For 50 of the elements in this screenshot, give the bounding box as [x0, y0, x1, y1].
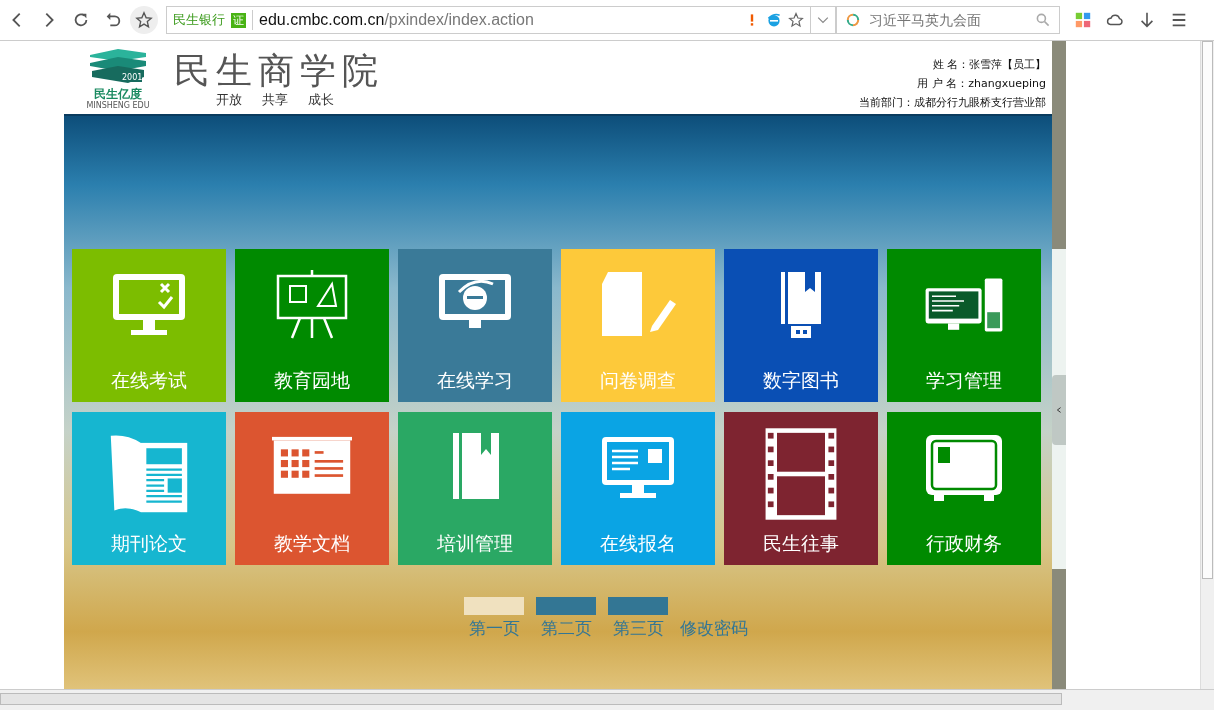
slogan-text: 成长 [308, 91, 334, 109]
slogan-text: 开放 [216, 91, 242, 109]
reload-icon[interactable] [72, 11, 90, 29]
info-value: zhangxueping [968, 77, 1046, 90]
menu-icon[interactable] [1170, 11, 1188, 29]
menu-tile[interactable]: 问卷调查 [561, 249, 715, 402]
vertical-scrollbar[interactable] [1200, 41, 1214, 689]
collapse-handle[interactable] [1052, 375, 1066, 445]
logo-text: 民生亿度 [94, 87, 142, 101]
menu-tile[interactable]: 民生往事 [724, 412, 878, 565]
page-link[interactable]: 第一页 [464, 597, 524, 640]
bookmark-button[interactable] [130, 6, 158, 34]
horizontal-scrollbar[interactable] [0, 689, 1214, 710]
info-label: 姓 名： [932, 58, 969, 71]
logo-year: 2001 [122, 73, 143, 82]
star-icon[interactable] [788, 12, 804, 28]
menu-tile[interactable]: 数字图书 [724, 249, 878, 402]
info-label: 用 户 名： [917, 77, 969, 90]
page-link[interactable]: 第二页 [536, 597, 596, 640]
search-icon[interactable] [1035, 12, 1051, 28]
menu-tile[interactable]: 学习管理 [887, 249, 1041, 402]
apps-grid-icon[interactable] [1074, 11, 1092, 29]
menu-tile[interactable]: 教学文档 [235, 412, 389, 565]
download-icon[interactable] [1138, 11, 1156, 29]
scrollbar-thumb[interactable] [0, 693, 1062, 705]
menu-tile[interactable]: 培训管理 [398, 412, 552, 565]
undo-icon[interactable] [104, 11, 122, 29]
menu-tile[interactable]: 在线报名 [561, 412, 715, 565]
search-bar[interactable]: 习近平马英九会面 [836, 6, 1060, 34]
certificate-badge: 证 [231, 12, 246, 28]
menu-tile[interactable]: 行政财务 [887, 412, 1041, 565]
address-bar[interactable]: 民生银行 证 edu.cmbc.com.cn/pxindex/index.action [166, 6, 836, 34]
logo-subtext: MINSHENG EDU [86, 101, 150, 110]
search-engine-icon [845, 12, 861, 28]
url-text: edu.cmbc.com.cn/pxindex/index.action [259, 11, 534, 29]
site-name-label: 民生银行 [173, 11, 225, 29]
info-value: 张雪萍【员工】 [969, 58, 1046, 71]
page-link[interactable]: 第三页 [608, 597, 668, 640]
info-label: 当前部门： [859, 96, 914, 109]
change-password-link[interactable]: 修改密码 [680, 617, 748, 640]
scrollbar-thumb[interactable] [1202, 41, 1213, 579]
menu-tile[interactable]: 在线学习 [398, 249, 552, 402]
menu-tile[interactable]: 期刊论文 [72, 412, 226, 565]
info-value: 成都分行九眼桥支行营业部 [914, 96, 1046, 109]
menu-tile[interactable]: 教育园地 [235, 249, 389, 402]
star-icon [135, 11, 153, 29]
menu-tile[interactable]: 在线考试 [72, 249, 226, 402]
site-title: 民生商学院 [174, 51, 384, 91]
safe-icon [924, 432, 1004, 504]
slogan-text: 共享 [262, 91, 288, 109]
